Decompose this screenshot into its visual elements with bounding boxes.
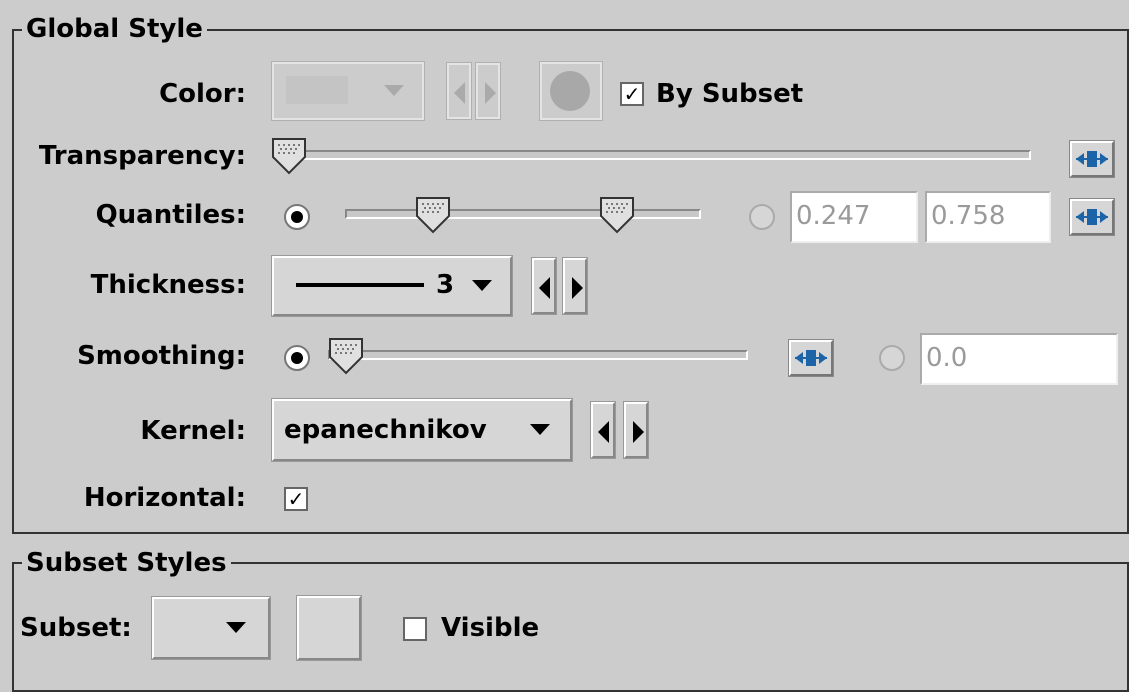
thickness-label: Thickness:	[90, 270, 246, 300]
prev-icon	[539, 277, 550, 299]
thickness-combo[interactable]: 3	[271, 255, 513, 317]
color-combo	[271, 61, 425, 121]
quantiles-text-radio[interactable]	[749, 204, 775, 230]
quantiles-low-field[interactable]: 0.247	[790, 191, 918, 243]
kernel-next-button[interactable]	[623, 401, 649, 459]
chevron-down-icon	[226, 622, 246, 633]
subset-swatch-button[interactable]	[296, 595, 362, 661]
chevron-down-icon	[384, 85, 404, 96]
transparency-range-button[interactable]	[1069, 140, 1115, 178]
color-label: Color:	[159, 79, 246, 109]
shading-button	[539, 61, 603, 121]
visible-checkbox[interactable]	[403, 617, 427, 641]
next-icon	[572, 277, 583, 299]
colormap-range-icon	[1076, 151, 1108, 167]
next-icon	[633, 421, 644, 443]
colormap-range-icon	[795, 350, 827, 366]
chevron-down-icon	[472, 280, 492, 291]
shading-circle-icon	[550, 71, 590, 111]
smoothing-slider-thumb[interactable]	[328, 337, 366, 375]
horizontal-label: Horizontal:	[83, 483, 246, 513]
subset-styles-title: Subset Styles	[22, 548, 231, 578]
smoothing-field[interactable]: 0.0	[920, 333, 1118, 385]
thickness-next-button[interactable]	[562, 257, 588, 315]
prev-icon	[454, 82, 465, 104]
smoothing-range-button[interactable]	[788, 339, 834, 377]
quantiles-slider-radio[interactable]	[284, 204, 310, 230]
smoothing-slider-radio[interactable]	[284, 345, 310, 371]
color-prev-button	[446, 62, 472, 120]
quantiles-high-field[interactable]: 0.758	[925, 191, 1051, 243]
next-icon	[485, 82, 496, 104]
horizontal-checkbox[interactable]: ✓	[284, 487, 308, 511]
kernel-label: Kernel:	[140, 416, 246, 446]
smoothing-slider-track[interactable]	[328, 350, 748, 360]
quantiles-range-button[interactable]	[1069, 198, 1115, 236]
kernel-combo[interactable]: epanechnikov	[271, 398, 573, 462]
color-swatch	[286, 76, 348, 104]
thickness-value: 3	[436, 270, 455, 300]
subset-combo[interactable]	[151, 596, 271, 660]
transparency-slider-track[interactable]	[273, 150, 1031, 160]
kernel-value: epanechnikov	[284, 415, 487, 445]
global-style-title: Global Style	[22, 14, 207, 44]
by-subset-label: By Subset	[656, 79, 804, 109]
chevron-down-icon	[530, 424, 550, 435]
smoothing-label: Smoothing:	[77, 341, 246, 371]
prev-icon	[598, 421, 609, 443]
color-next-button	[475, 62, 501, 120]
line-thickness-sample	[296, 283, 424, 287]
subset-label: Subset:	[20, 613, 132, 643]
quantiles-label: Quantiles:	[95, 200, 246, 230]
smoothing-text-radio[interactable]	[879, 345, 905, 371]
thickness-prev-button[interactable]	[531, 257, 557, 315]
visible-label: Visible	[441, 613, 540, 643]
colormap-range-icon	[1076, 209, 1108, 225]
quantiles-slider-track[interactable]	[345, 209, 701, 219]
transparency-label: Transparency:	[38, 141, 246, 171]
quantiles-high-thumb[interactable]	[599, 196, 637, 234]
quantiles-low-thumb[interactable]	[415, 196, 453, 234]
kernel-prev-button[interactable]	[590, 401, 616, 459]
transparency-slider-thumb[interactable]	[271, 137, 309, 175]
by-subset-checkbox[interactable]: ✓	[620, 82, 644, 106]
